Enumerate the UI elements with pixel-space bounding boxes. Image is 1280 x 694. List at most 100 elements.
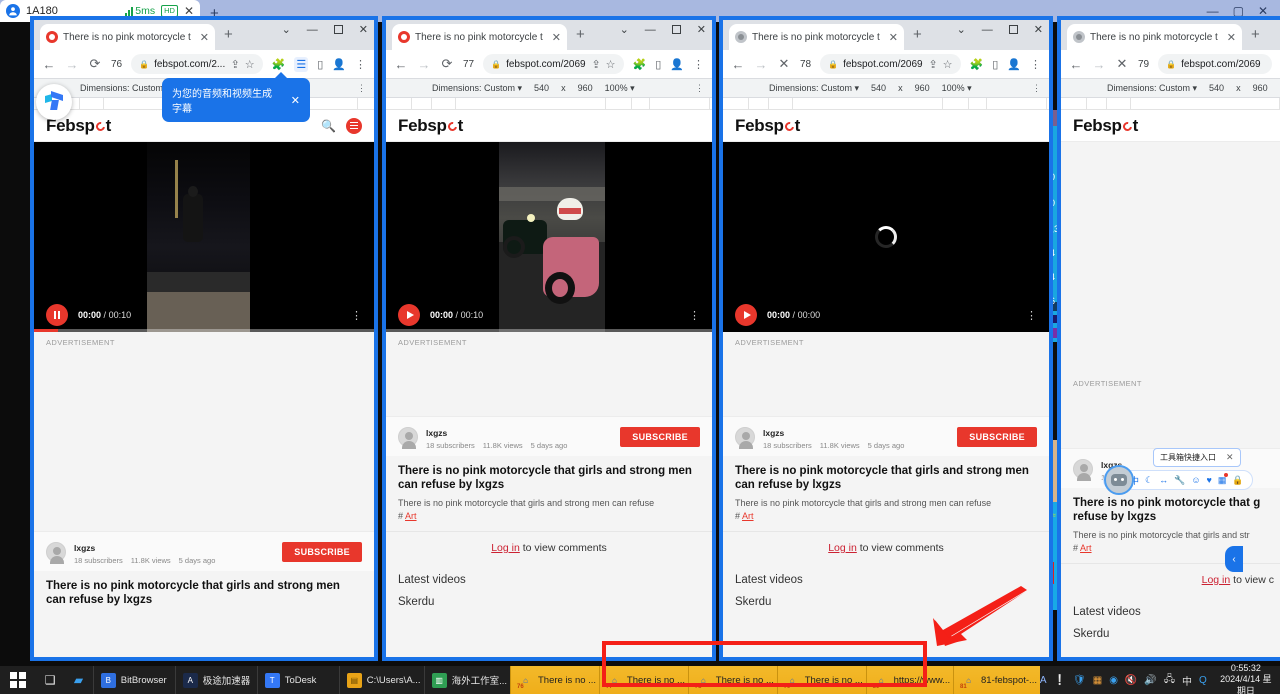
window-3-tab-close-icon[interactable]: ✕ [889, 31, 898, 44]
uploader-avatar[interactable] [398, 426, 418, 449]
qq-icon[interactable]: Q [1199, 675, 1207, 686]
reload-icon[interactable]: ⟳ [88, 56, 102, 72]
window-2-width-input[interactable]: 540 [534, 83, 549, 93]
forward-icon[interactable]: → [754, 57, 768, 72]
window-4-height-input[interactable]: 960 [1253, 83, 1268, 93]
uploader-avatar[interactable] [735, 426, 755, 449]
subscribe-button[interactable]: SUBSCRIBE [620, 426, 700, 447]
uploader-name[interactable]: lxgzs [74, 543, 95, 553]
window-1-tab-close-icon[interactable]: ✕ [200, 31, 209, 44]
window-3-width-input[interactable]: 540 [871, 83, 886, 93]
taskbar-item-accelerator[interactable]: A 极途加速器 [174, 666, 257, 694]
pause-button[interactable] [46, 304, 68, 326]
window-2-chevron-icon[interactable]: ⌄ [620, 23, 629, 36]
back-icon[interactable]: ← [394, 57, 408, 72]
window-2-first-video-title[interactable]: Skerdu [386, 588, 712, 616]
puzzle-extensions-icon[interactable]: 🧩 [970, 58, 984, 71]
kebab-menu-icon[interactable]: ⋮ [1030, 58, 1041, 71]
side-panel-icon[interactable]: ▯ [317, 58, 323, 71]
febspot-logo[interactable]: Febsp t [1073, 116, 1138, 136]
window-2-video-player[interactable]: 00:00 / 00:10 ⋮ [386, 142, 712, 332]
notification-icon[interactable]: ❕ [1054, 675, 1066, 686]
window-2-player-kebab-icon[interactable]: ⋮ [689, 309, 700, 322]
live-captions-icon[interactable]: ☰ [294, 56, 309, 72]
window-2-maximize-button[interactable] [671, 25, 681, 34]
volume-icon[interactable]: 🔊 [1144, 675, 1156, 686]
window-2-minimize-button[interactable]: — [645, 24, 656, 36]
window-1-devtools-kebab-icon[interactable]: ⋮ [357, 83, 374, 94]
todesk-tray-icon[interactable]: ▦ [1093, 675, 1102, 686]
febspot-logo[interactable]: Febsp t [398, 116, 463, 136]
taskbar-item-chrome-76[interactable]: ⌂ 76 There is no ... [509, 666, 599, 694]
taskbar-item-bitbrowser[interactable]: B BitBrowser [92, 666, 175, 694]
shield-icon[interactable]: 🛡 [1073, 675, 1086, 686]
window-4-first-video-title[interactable]: Skerdu [1061, 620, 1280, 648]
bookmark-star-icon[interactable]: ☆ [245, 58, 255, 71]
toolbox-item-resize-icon[interactable]: ↔ [1159, 475, 1168, 485]
mute-icon[interactable]: 🔇 [1125, 675, 1137, 686]
window-1-new-tab-button[interactable]: + [224, 27, 233, 43]
login-link[interactable]: Log in [828, 542, 857, 554]
subscribe-button[interactable]: SUBSCRIBE [282, 541, 362, 562]
ime-chinese-icon[interactable]: 中 [1182, 673, 1192, 688]
window-3-tab[interactable]: There is no pink motorcycle t ✕ [729, 24, 904, 50]
share-icon[interactable]: ⇪ [928, 58, 937, 71]
kebab-menu-icon[interactable]: ⋮ [355, 58, 366, 71]
task-view-button[interactable]: ❑ [36, 666, 64, 694]
febspot-logo[interactable]: Febsp t [735, 116, 800, 136]
back-icon[interactable]: ← [42, 57, 56, 72]
side-panel-icon[interactable]: ▯ [992, 58, 998, 71]
subscribe-button[interactable]: SUBSCRIBE [957, 426, 1037, 447]
network-icon[interactable]: 🖧 [1164, 672, 1175, 689]
share-icon[interactable]: ⇪ [231, 58, 240, 71]
window-2-height-input[interactable]: 960 [578, 83, 593, 93]
uploader-name[interactable]: lxgzs [763, 428, 784, 438]
profile-icon[interactable]: 👤 [670, 58, 684, 71]
taskbar-item-chrome-81[interactable]: ⌂ 81 81-febspot-... [953, 666, 1040, 694]
toolbox-item-lock-icon[interactable]: 🔒 [1232, 475, 1243, 486]
window-3-video-player[interactable]: 00:00 / 00:00 ⋮ [723, 142, 1049, 332]
window-3-close-button[interactable]: ✕ [1034, 23, 1043, 36]
play-button[interactable] [735, 304, 757, 326]
bookmark-star-icon[interactable]: ☆ [606, 58, 616, 71]
window-3-chevron-icon[interactable]: ⌄ [957, 23, 966, 36]
active-window-indicator[interactable]: ▰ [64, 666, 92, 694]
window-3-address-bar[interactable]: 🔒 febspot.com/2069... ⇪ ☆ [820, 54, 961, 74]
window-2-tab-close-icon[interactable]: ✕ [552, 31, 561, 44]
window-1-dimensions-select[interactable]: Dimensions: Custom ▾ [80, 83, 170, 94]
forward-icon[interactable]: → [65, 57, 79, 72]
toolbox-avatar-icon[interactable] [1104, 465, 1134, 495]
start-button[interactable] [0, 666, 36, 694]
back-icon[interactable]: ← [1069, 57, 1083, 72]
puzzle-extensions-icon[interactable]: 🧩 [272, 58, 286, 71]
todesk-floating-orb[interactable] [36, 84, 72, 120]
hamburger-menu-button[interactable] [346, 117, 362, 134]
window-3-new-tab-button[interactable]: + [913, 27, 922, 43]
back-icon[interactable]: ← [731, 57, 745, 72]
window-1-tab[interactable]: There is no pink motorcycle t ✕ [40, 24, 215, 50]
toolbox-item-heart-icon[interactable]: ♥ [1207, 475, 1212, 485]
tag-link-art[interactable]: Art [742, 511, 754, 521]
window-2-dimensions-select[interactable]: Dimensions: Custom ▾ [432, 83, 522, 94]
window-1-address-bar[interactable]: 🔒 febspot.com/2... ⇪ ☆ [131, 54, 263, 74]
window-3-player-kebab-icon[interactable]: ⋮ [1026, 309, 1037, 322]
uploader-avatar[interactable] [46, 541, 66, 564]
tag-link-art[interactable]: Art [405, 511, 417, 521]
captions-tooltip-close-icon[interactable]: ✕ [291, 94, 300, 107]
window-4-new-tab-button[interactable]: + [1251, 27, 1260, 43]
window-1-chevron-icon[interactable]: ⌄ [282, 23, 291, 36]
ime-a-icon[interactable]: A [1040, 675, 1047, 686]
window-1-minimize-button[interactable]: — [307, 24, 318, 36]
login-link[interactable]: Log in [1202, 574, 1231, 586]
uploader-avatar[interactable] [1073, 458, 1093, 481]
profile-icon[interactable]: 👤 [332, 58, 346, 71]
profile-icon[interactable]: 👤 [1007, 58, 1021, 71]
forward-icon[interactable]: → [417, 57, 431, 72]
bookmark-star-icon[interactable]: ☆ [943, 58, 953, 71]
play-button[interactable] [398, 304, 420, 326]
toolbox-item-emoji-icon[interactable]: ☺ [1191, 475, 1200, 485]
window-4-width-input[interactable]: 540 [1209, 83, 1224, 93]
forward-icon[interactable]: → [1092, 57, 1106, 72]
window-2-close-button[interactable]: ✕ [697, 23, 706, 36]
tag-link-art[interactable]: Art [1080, 543, 1092, 553]
